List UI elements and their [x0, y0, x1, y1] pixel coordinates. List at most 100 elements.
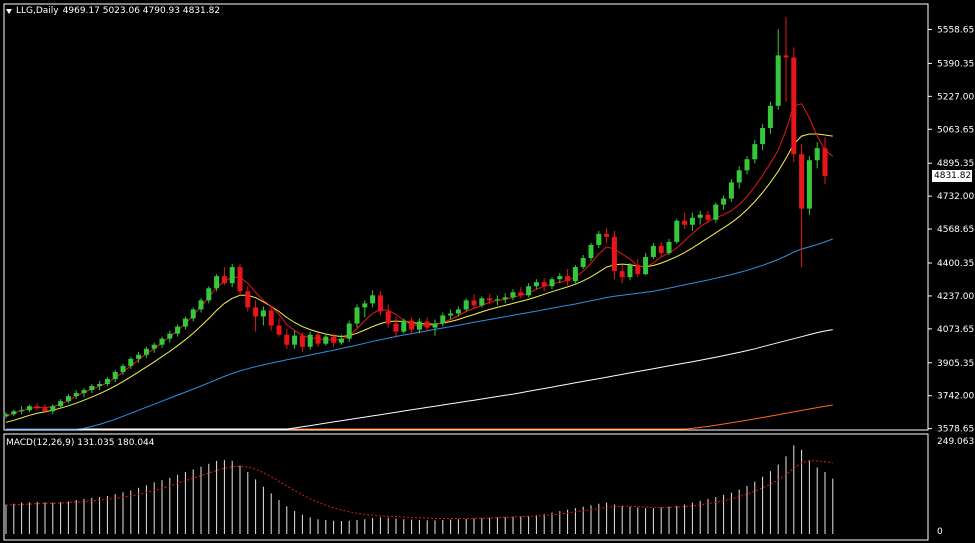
candle [206, 286, 212, 304]
candle-body [604, 233, 610, 237]
price-tick-label: 3905.35 [937, 359, 974, 369]
candle-body [323, 336, 329, 344]
macd-header: MACD(12,26,9) 131.035 180.044 [6, 438, 155, 448]
candle-body [713, 204, 719, 220]
macd-axis-bottom-label: 0 [937, 527, 943, 537]
candle [229, 264, 235, 288]
candle-body [42, 408, 48, 412]
candle-body [19, 410, 25, 412]
chart-menu-arrow-icon[interactable] [6, 8, 12, 14]
candle-body [58, 401, 64, 407]
candle-body [721, 198, 727, 205]
candle-body [143, 348, 149, 355]
macd-panel: 249.063 0 [5, 437, 974, 537]
candle [580, 255, 586, 270]
candle-body [315, 334, 321, 344]
candle [284, 328, 290, 349]
candle-body [448, 313, 454, 316]
candle [713, 202, 719, 223]
candle [619, 265, 625, 284]
candle [791, 47, 797, 163]
candle [151, 342, 157, 353]
price-tick-label: 5390.35 [937, 59, 974, 69]
candle-body [284, 334, 290, 345]
candle-body [370, 295, 376, 304]
candle [806, 156, 812, 215]
candle [385, 304, 391, 328]
candle [167, 330, 173, 343]
candle [175, 324, 181, 337]
candle [635, 259, 641, 278]
candle-body [229, 267, 235, 284]
candle [822, 137, 828, 185]
candle-body [167, 333, 173, 339]
candle-body [253, 307, 259, 317]
candle [549, 277, 555, 290]
candle-body [619, 271, 625, 278]
candle [783, 17, 789, 102]
candle [689, 212, 695, 231]
symbol-label: LLG,Daily [16, 6, 59, 16]
candle-body [760, 127, 766, 145]
candle-body [268, 310, 274, 326]
candle-body [697, 214, 703, 218]
candle-body [346, 323, 352, 339]
candle-body [245, 291, 251, 308]
candle-body [198, 300, 204, 310]
candle [182, 316, 188, 330]
candle-body [292, 335, 298, 345]
candle [588, 242, 594, 262]
candle-body [565, 276, 571, 282]
candle-body [120, 365, 126, 372]
candle-body [744, 159, 750, 171]
candle [814, 142, 820, 169]
candle-body [260, 310, 266, 317]
candle-body [276, 325, 282, 335]
candle [682, 212, 688, 229]
candle-body [627, 265, 633, 278]
candle [370, 290, 376, 308]
candle-body [572, 267, 578, 282]
price-tick-label: 4400.35 [937, 259, 974, 269]
moving-averages [5, 103, 834, 430]
candle [518, 287, 524, 299]
price-tick-label: 5558.65 [937, 25, 974, 35]
trading-chart[interactable]: 5558.65 5390.35 5227.00 5063.65 4895.35 4732.… [0, 0, 975, 543]
candle-body [502, 297, 508, 300]
candle-body [557, 276, 563, 280]
candle-body [89, 386, 95, 391]
candle-body [674, 220, 680, 242]
candle-body [50, 406, 56, 412]
price-axis[interactable]: 5558.65 5390.35 5227.00 5063.65 4895.35 4732.… [928, 25, 974, 435]
ohlc-values: 4969.17 5023.06 4790.93 4831.82 [62, 6, 221, 16]
candle-body [409, 320, 415, 330]
candle [362, 300, 368, 318]
candle [214, 274, 220, 292]
candle-body [752, 144, 758, 160]
candle-body [237, 267, 243, 292]
candle [666, 238, 672, 256]
candle [767, 101, 773, 135]
price-tick-label: 5227.00 [937, 92, 974, 102]
price-tick-label: 3578.65 [937, 425, 974, 435]
candle-body [822, 148, 828, 177]
price-tick-label: 4732.00 [937, 192, 974, 202]
candle-body [791, 57, 797, 155]
candle [307, 331, 313, 350]
candle-body [533, 282, 539, 287]
candle-body [463, 300, 469, 310]
chart-canvas[interactable]: 5558.65 5390.35 5227.00 5063.65 4895.35 4732.… [0, 0, 975, 543]
candle-body [650, 245, 656, 258]
candle-body [401, 320, 407, 332]
candle-body [354, 307, 360, 324]
candle [393, 316, 399, 338]
candle-body [377, 295, 383, 312]
candle-body [471, 300, 477, 306]
candle-body [362, 303, 368, 308]
candle [34, 403, 40, 411]
candle-body [11, 411, 17, 415]
candle-body [331, 336, 337, 343]
candle [448, 309, 454, 320]
ma-blue-line [6, 238, 833, 430]
candle [268, 306, 274, 331]
